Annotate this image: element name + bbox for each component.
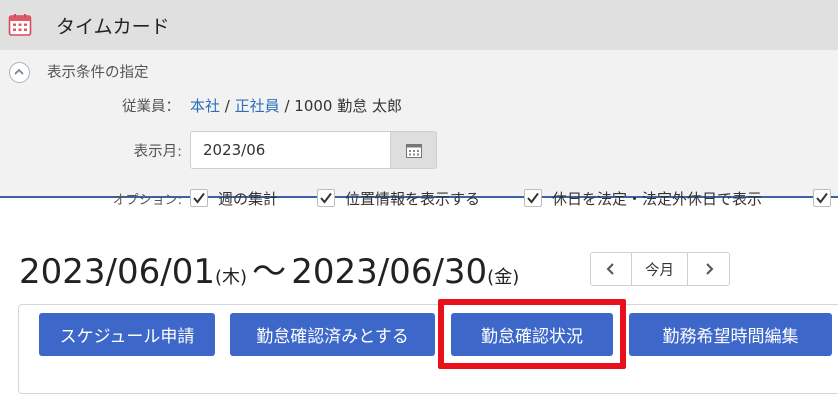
checkmark-icon	[816, 192, 828, 204]
range-start-weekday: (木)	[214, 267, 248, 288]
calendar-icon	[406, 144, 422, 158]
chevron-right-icon	[705, 263, 713, 275]
filter-section-label: 表示条件の指定	[47, 65, 149, 81]
employee-breadcrumb: 本社 / 正社員 / 1000 勤怠 太郎	[190, 95, 402, 116]
option-holiday-display[interactable]: 休日を法定・法定外休日で表示	[524, 188, 762, 208]
employee-name: 1000 勤怠 太郎	[294, 97, 402, 115]
employment-type-link[interactable]: 正社員	[235, 97, 280, 115]
range-end-weekday: (金)	[487, 267, 520, 288]
options-label: オプション:	[112, 193, 182, 208]
page-title: タイムカード	[56, 16, 170, 38]
date-range-heading: 2023/06/01(木) 〜 2023/06/30(金)	[19, 244, 519, 293]
collapse-toggle-button[interactable]	[9, 62, 30, 83]
month-picker-button[interactable]	[390, 131, 437, 169]
prev-month-button[interactable]	[590, 252, 632, 286]
breadcrumb-separator: /	[224, 97, 230, 115]
checkbox[interactable]	[524, 189, 542, 207]
chevron-up-icon	[14, 68, 24, 75]
month-input[interactable]: 2023/06	[190, 131, 390, 169]
option-partial[interactable]	[813, 188, 838, 208]
company-link[interactable]: 本社	[190, 97, 220, 115]
employee-label: 従業員：	[122, 99, 180, 115]
checkmark-icon	[320, 192, 332, 204]
mark-attendance-confirmed-button[interactable]: 勤怠確認済みとする	[230, 313, 435, 356]
option-show-location[interactable]: 位置情報を表示する	[317, 188, 480, 208]
current-month-button[interactable]: 今月	[632, 252, 688, 286]
month-navigation: 今月	[590, 252, 730, 286]
option-label: 位置情報を表示する	[345, 189, 481, 208]
checkmark-icon	[193, 192, 205, 204]
range-start: 2023/06/01	[19, 252, 215, 292]
range-tilde: 〜	[252, 252, 287, 292]
calendar-icon	[8, 14, 32, 36]
chevron-left-icon	[606, 263, 614, 275]
option-label: 休日を法定・法定外休日で表示	[552, 189, 763, 208]
highlight-box	[438, 299, 626, 369]
checkbox[interactable]	[190, 189, 208, 207]
checkmark-icon	[527, 192, 539, 204]
month-label: 表示月:	[133, 144, 182, 160]
option-weekly-summary[interactable]: 週の集計	[190, 188, 278, 208]
checkbox[interactable]	[813, 189, 831, 207]
schedule-request-button[interactable]: スケジュール申請	[39, 313, 215, 356]
checkbox[interactable]	[317, 189, 335, 207]
edit-preferred-hours-button[interactable]: 勤務希望時間編集	[629, 313, 832, 356]
range-end: 2023/06/30	[291, 252, 488, 292]
option-label: 週の集計	[218, 189, 279, 208]
next-month-button[interactable]	[688, 252, 730, 286]
breadcrumb-separator: /	[284, 97, 290, 115]
